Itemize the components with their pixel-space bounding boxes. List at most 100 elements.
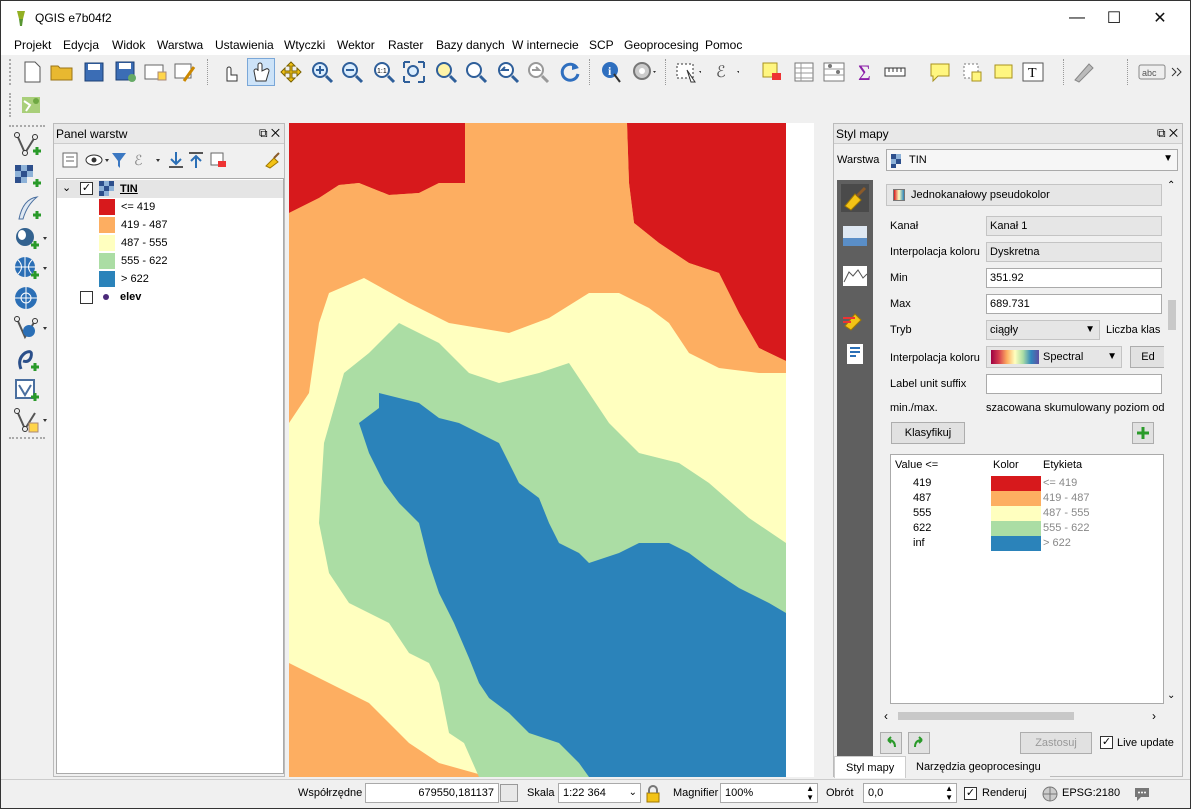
horizontal-scrollbar[interactable]: ‹ › <box>880 708 1164 724</box>
touch-zoom-icon[interactable] <box>217 59 243 85</box>
filter-by-expression-icon[interactable]: ℰ <box>132 150 162 170</box>
refresh-icon[interactable] <box>557 59 583 85</box>
color-ramp-combo[interactable]: Spectral ▼ <box>986 346 1122 368</box>
add-class-button[interactable] <box>1132 422 1154 444</box>
add-delimited-text-icon[interactable] <box>13 195 43 223</box>
add-raster-layer-icon[interactable] <box>13 163 43 191</box>
transparency-tab-icon[interactable] <box>841 222 869 250</box>
save-project-icon[interactable] <box>81 59 107 85</box>
table-row[interactable]: 487 419 - 487 <box>891 491 1163 507</box>
apply-button[interactable]: Zastosuj <box>1020 732 1092 754</box>
add-spatialite-icon[interactable] <box>13 347 43 375</box>
add-wcs-layer-icon[interactable] <box>13 315 47 343</box>
collapse-all-icon[interactable] <box>186 150 206 170</box>
maximize-button[interactable]: ☐ <box>1091 1 1137 35</box>
coordinate-input[interactable]: 679550,181137 <box>365 783 499 803</box>
table-row[interactable]: inf > 622 <box>891 536 1163 552</box>
spin-arrows-icon[interactable]: ▲ ▼ <box>806 784 814 802</box>
undo-button[interactable] <box>880 732 902 754</box>
zoom-out-icon[interactable] <box>339 59 365 85</box>
menu-raster[interactable]: Raster <box>388 38 423 52</box>
collapse-chevron-icon[interactable]: ⌄ <box>62 181 71 194</box>
new-temp-scratch-layer-icon[interactable] <box>13 407 47 435</box>
interpolation-combo[interactable]: Dyskretna <box>986 242 1162 262</box>
band-combo[interactable]: Kanał 1 <box>986 216 1162 236</box>
open-project-icon[interactable] <box>49 59 75 85</box>
layer-item-elev[interactable]: elev <box>57 288 283 306</box>
label-abc-icon[interactable]: abc <box>1137 59 1167 85</box>
menu-ustawienia[interactable]: Ustawienia <box>215 38 274 52</box>
menu-geoprocesing[interactable]: Geoprocesing <box>624 38 699 52</box>
panel-float-close-icons[interactable]: ⧉ ✕ <box>1157 126 1178 141</box>
identify-icon[interactable]: i <box>599 59 625 85</box>
manage-map-themes-icon[interactable] <box>84 150 112 170</box>
zoom-to-selection-icon[interactable] <box>433 59 459 85</box>
close-button[interactable]: ✕ <box>1137 1 1183 35</box>
new-bookmark-icon[interactable] <box>959 59 985 85</box>
messages-icon[interactable] <box>1133 785 1151 803</box>
scroll-left-icon[interactable]: ‹ <box>884 709 888 723</box>
add-wms-layer-icon[interactable] <box>13 255 47 283</box>
select-by-expression-icon[interactable]: ℰ <box>713 59 739 85</box>
layer-selector-combo[interactable]: TIN ▼ <box>886 149 1178 171</box>
menu-widok[interactable]: Widok <box>112 38 145 52</box>
zoom-full-icon[interactable] <box>401 59 427 85</box>
statistics-sigma-icon[interactable]: Σ <box>853 59 879 85</box>
scale-combo[interactable]: 1:22 364 ⌄ <box>558 783 641 803</box>
menu-projekt[interactable]: Projekt <box>14 38 51 52</box>
menu-scp[interactable]: SCP <box>589 38 614 52</box>
map-tips-icon[interactable] <box>927 59 953 85</box>
layout-manager-icon[interactable] <box>173 59 199 85</box>
select-features-icon[interactable] <box>675 59 701 85</box>
table-row[interactable]: 419 <= 419 <box>891 476 1163 492</box>
history-tab-icon[interactable] <box>841 340 869 368</box>
action-run-icon[interactable] <box>631 59 657 85</box>
scroll-right-icon[interactable]: › <box>1152 709 1156 723</box>
add-postgis-layer-icon[interactable] <box>13 225 47 253</box>
class-color-swatch[interactable] <box>991 476 1041 491</box>
field-calculator-icon[interactable] <box>821 59 847 85</box>
table-row[interactable]: 622 555 - 622 <box>891 521 1163 537</box>
new-print-layout-icon[interactable] <box>143 59 169 85</box>
show-bookmarks-icon[interactable] <box>991 59 1017 85</box>
unit-suffix-input[interactable] <box>986 374 1162 394</box>
filter-legend-icon[interactable] <box>110 150 128 170</box>
min-input[interactable]: 351.92 <box>986 268 1162 288</box>
classify-button[interactable]: Klasyfikuj <box>891 422 965 444</box>
menu-edycja[interactable]: Edycja <box>63 38 99 52</box>
measure-line-icon[interactable] <box>883 59 909 85</box>
scrollbar-thumb[interactable] <box>898 712 1074 720</box>
class-color-swatch[interactable] <box>991 491 1041 506</box>
class-color-swatch[interactable] <box>991 536 1041 551</box>
style-manager-tab-icon[interactable] <box>841 304 869 332</box>
vertical-scrollbar[interactable]: ⌃ ⌄ <box>1164 180 1180 706</box>
symbology-tab-icon[interactable] <box>841 184 869 212</box>
menu-wtyczki[interactable]: Wtyczki <box>284 38 325 52</box>
mode-combo[interactable]: ciągły ▼ <box>986 320 1100 340</box>
style-brush-icon[interactable] <box>262 150 282 170</box>
zoom-in-icon[interactable] <box>309 59 335 85</box>
menu-warstwa[interactable]: Warstwa <box>157 38 203 52</box>
redo-button[interactable] <box>908 732 930 754</box>
scroll-down-icon[interactable]: ⌄ <box>1167 690 1175 701</box>
digitize-pencil-icon[interactable] <box>1071 59 1097 85</box>
scroll-up-icon[interactable]: ⌃ <box>1167 180 1175 191</box>
tab-narzedzia-geoprocesingu[interactable]: Narzędzia geoprocesingu <box>906 756 1050 778</box>
add-wfs-layer-icon[interactable] <box>13 285 43 313</box>
toolbar-overflow-icon[interactable] <box>1169 59 1185 85</box>
layer-visibility-checkbox[interactable]: ✓ <box>80 182 93 195</box>
edit-ramp-button[interactable]: Ed <box>1130 346 1166 368</box>
menu-pomoc[interactable]: Pomoc <box>705 38 742 52</box>
crs-value[interactable]: EPSG:2180 <box>1062 787 1120 799</box>
lock-scale-icon[interactable] <box>645 785 661 803</box>
table-row[interactable]: 555 487 - 555 <box>891 506 1163 522</box>
magnifier-spinbox[interactable]: 100% ▲ ▼ <box>720 783 818 803</box>
layer-item-tin[interactable]: ⌄ ✓ TIN <box>57 180 283 198</box>
menu-w-internecie[interactable]: W internecie <box>512 38 579 52</box>
tab-styl-mapy[interactable]: Styl mapy <box>834 756 906 778</box>
rotation-spinbox[interactable]: 0,0 ▲ ▼ <box>863 783 957 803</box>
scrollbar-thumb[interactable] <box>1168 300 1176 330</box>
spin-arrows-icon[interactable]: ▲ ▼ <box>945 784 953 802</box>
zoom-last-icon[interactable] <box>495 59 521 85</box>
remove-layer-icon[interactable] <box>208 150 228 170</box>
